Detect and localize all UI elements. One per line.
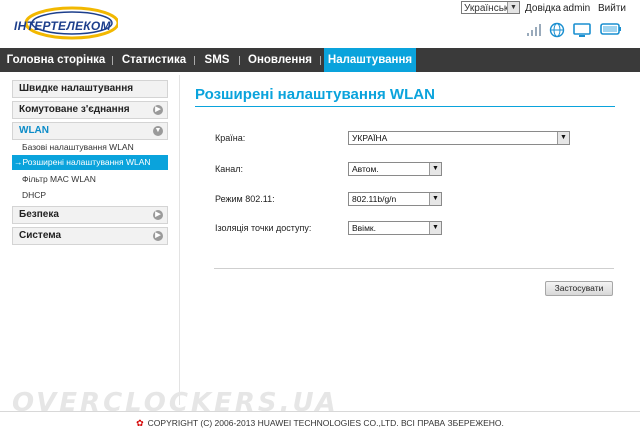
battery-icon [600,22,622,41]
globe-icon [549,22,565,43]
channel-select[interactable]: Автом. ▼ [348,162,442,176]
footer: ✿ COPYRIGHT (C) 2006-2013 HUAWEI TECHNOLO… [0,418,640,429]
country-select[interactable]: УКРАЇНА ▼ [348,131,570,145]
sidebar-item-security[interactable]: Безпека ▶ [12,206,168,224]
chevron-down-icon: ▼ [557,132,569,144]
title-underline [195,106,615,107]
header: ІНТЕРТЕЛЕКОМ Українська ▼ Довідка admin … [0,0,640,46]
intertelecom-logo: ІНТЕРТЕЛЕКОМ [6,6,120,42]
form-divider [214,268,614,269]
copyright-text: COPYRIGHT (C) 2006-2013 HUAWEI TECHNOLOG… [147,418,504,428]
sidebar-item-label: Безпека [19,209,59,220]
monitor-icon [573,22,591,43]
chevron-down-icon: ▼ [429,193,441,205]
apply-button[interactable]: Застосувати [545,281,613,296]
sidebar-subitem-mac-filter[interactable]: Фільтр MAC WLAN [12,172,168,187]
sidebar-item-quick-setup[interactable]: Швидке налаштування [12,80,168,98]
sidebar-subitem-wlan-advanced[interactable]: →Розширені налаштування WLAN [12,155,168,170]
chevron-right-icon: ▶ [153,210,163,220]
chevron-down-icon: ▼ [429,163,441,175]
mode-label: Режим 802.11: [215,194,275,204]
chevron-down-icon: ▼ [507,2,519,13]
logo-text: ІНТЕРТЕЛЕКОМ [14,19,111,33]
country-label: Країна: [215,133,246,143]
channel-label: Канал: [215,164,243,174]
mode-value: 802.11b/g/n [352,194,397,204]
chevron-down-icon: ▼ [429,222,441,234]
sidebar-item-system[interactable]: Система ▶ [12,227,168,245]
isolation-label: Ізоляція точки доступу: [215,223,312,233]
tab-statistics[interactable]: Статистика [118,48,190,72]
signal-icon [526,22,542,42]
chevron-down-icon: ▼ [153,126,163,136]
huawei-logo-icon: ✿ [136,418,144,428]
footer-divider [0,411,640,412]
country-value: УКРАЇНА [352,133,388,143]
isolation-value: Ввімк. [352,223,376,233]
mode-select[interactable]: 802.11b/g/n ▼ [348,192,442,206]
main-nav: Головна сторінка Статистика SMS Оновленн… [0,48,640,72]
tab-sms[interactable]: SMS [200,48,234,72]
nav-divider [112,56,113,65]
channel-value: Автом. [352,164,379,174]
chevron-right-icon: ▶ [153,105,163,115]
sidebar-item-label: WLAN [19,125,49,136]
watermark: OVERCLOCKERS.UA [12,388,339,418]
status-icons [526,22,636,39]
chevron-right-icon: ▶ [153,231,163,241]
isolation-select[interactable]: Ввімк. ▼ [348,221,442,235]
nav-divider [320,56,321,65]
sidebar-item-label: Швидке налаштування [19,83,134,94]
language-select[interactable]: Українська ▼ [461,1,520,14]
help-link[interactable]: Довідка [525,3,561,14]
sidebar-item-label: Комутоване з'єднання [19,104,130,115]
sidebar-item-dialup[interactable]: Комутоване з'єднання ▶ [12,101,168,119]
tab-settings[interactable]: Налаштування [324,48,416,72]
sidebar-subitem-dhcp[interactable]: DHCP [12,188,168,203]
sidebar-subitem-wlan-basic[interactable]: Базові налаштування WLAN [12,140,168,155]
nav-divider [194,56,195,65]
tab-update[interactable]: Оновлення [244,48,316,72]
sidebar-divider [179,75,180,405]
nav-divider [239,56,240,65]
page-title: Розширені налаштування WLAN [195,86,435,103]
sidebar-item-wlan[interactable]: WLAN ▼ [12,122,168,140]
logout-link[interactable]: Вийти [598,3,626,14]
sidebar-item-label: Система [19,230,62,241]
tab-home[interactable]: Головна сторінка [4,48,108,72]
user-link[interactable]: admin [563,3,590,14]
